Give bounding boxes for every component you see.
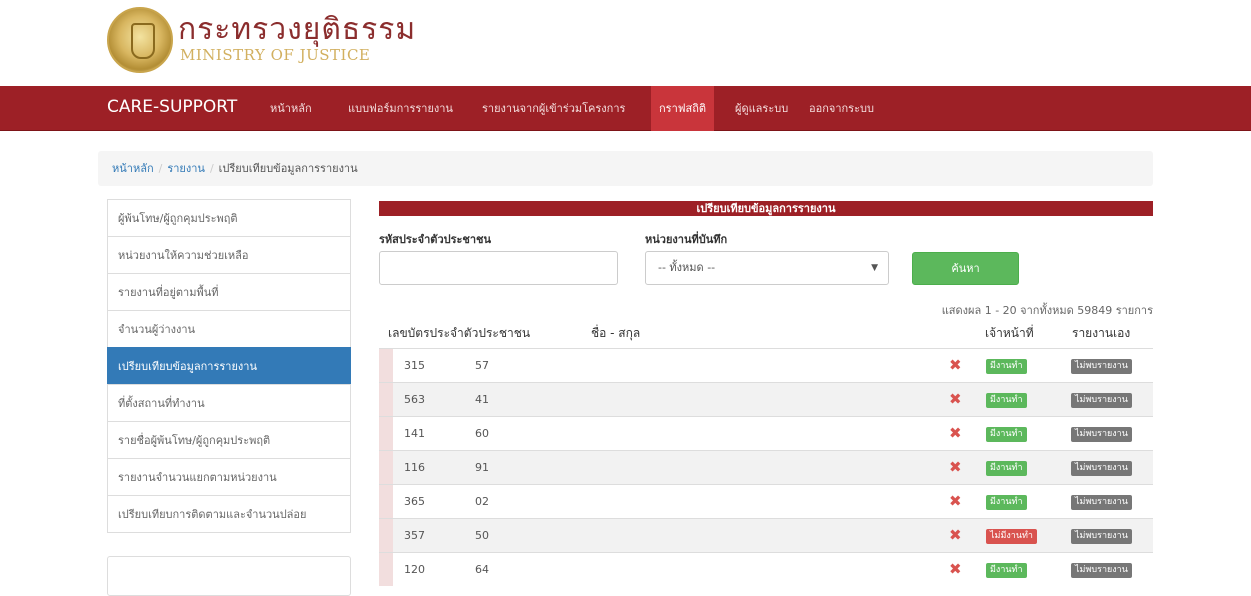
self-report-badge: ไม่พบรายงาน <box>1071 427 1132 442</box>
row-marker <box>379 485 393 518</box>
search-button[interactable]: ค้นหา <box>912 252 1019 285</box>
row-marker <box>379 519 393 552</box>
col-header-name: ชื่อ - สกุล <box>591 326 641 340</box>
row-id-suffix: 57 <box>475 359 489 372</box>
nav-item-admin[interactable]: ผู้ดูแลระบบ <box>727 86 796 131</box>
officer-status-badge: มีงานทำ <box>986 495 1027 510</box>
chevron-down-icon: ▼ <box>871 263 878 273</box>
delete-x-icon[interactable]: ✖ <box>949 458 962 476</box>
delete-x-icon[interactable]: ✖ <box>949 492 962 510</box>
breadcrumb-separator: / <box>158 162 163 175</box>
sidebar-item-address-by-area[interactable]: รายงานที่อยู่ตามพื้นที่ <box>107 273 351 311</box>
brand-title-english: MINISTRY OF JUSTICE <box>180 46 371 64</box>
self-report-badge: ไม่พบรายงาน <box>1071 359 1132 374</box>
sidebar-item-workplace-location[interactable]: ที่ตั้งสถานที่ทำงาน <box>107 384 351 422</box>
row-marker <box>379 553 393 586</box>
row-id-prefix: 315 <box>404 359 425 372</box>
id-field-label: รหัสประจำตัวประชาชน <box>379 233 492 246</box>
main-navbar: CARE-SUPPORT หน้าหลัก แบบฟอร์มการรายงาน … <box>0 86 1251 131</box>
officer-status-badge: มีงานทำ <box>986 359 1027 374</box>
row-id-suffix: 64 <box>475 563 489 576</box>
row-marker <box>379 383 393 416</box>
table-row[interactable]: 120 64 ✖ มีงานทำ ไม่พบรายงาน <box>379 552 1153 586</box>
delete-x-icon[interactable]: ✖ <box>949 526 962 544</box>
row-id-suffix: 50 <box>475 529 489 542</box>
unit-select[interactable]: -- ทั้งหมด -- ▼ <box>645 251 889 285</box>
id-card-input[interactable] <box>379 251 618 285</box>
nav-item-participant-report[interactable]: รายงานจากผู้เข้าร่วมโครงการ <box>474 86 633 131</box>
row-id-prefix: 357 <box>404 529 425 542</box>
sidebar-item-released-list[interactable]: รายชื่อผู้พ้นโทษ/ผู้ถูกคุมประพฤติ <box>107 421 351 459</box>
row-marker <box>379 417 393 450</box>
table-row[interactable]: 563 41 ✖ มีงานทำ ไม่พบรายงาน <box>379 382 1153 416</box>
row-id-prefix: 120 <box>404 563 425 576</box>
sidebar-item-support-agencies[interactable]: หน่วยงานให้ความช่วยเหลือ <box>107 236 351 274</box>
sidebar-menu: ผู้พ้นโทษ/ผู้ถูกคุมประพฤติ หน่วยงานให้คว… <box>107 199 351 533</box>
delete-x-icon[interactable]: ✖ <box>949 424 962 442</box>
sidebar-item-count-by-agency[interactable]: รายงานจำนวนแยกตามหน่วยงาน <box>107 458 351 496</box>
officer-status-badge: มีงานทำ <box>986 563 1027 578</box>
sidebar-item-compare-followup[interactable]: เปรียบเทียบการติดตามและจำนวนปล่อย <box>107 495 351 533</box>
panel-title: เปรียบเทียบข้อมูลการรายงาน <box>379 201 1153 216</box>
officer-status-badge: ไม่มีงานทำ <box>986 529 1037 544</box>
nav-item-stats-graph[interactable]: กราฟสถิติ <box>651 86 715 131</box>
ministry-seal-logo <box>107 7 173 73</box>
row-id-prefix: 141 <box>404 427 425 440</box>
self-report-badge: ไม่พบรายงาน <box>1071 529 1132 544</box>
self-report-badge: ไม่พบรายงาน <box>1071 495 1132 510</box>
row-id-prefix: 365 <box>404 495 425 508</box>
nav-item-logout[interactable]: ออกจากระบบ <box>801 86 882 131</box>
row-id-suffix: 02 <box>475 495 489 508</box>
site-header: กระทรวงยุติธรรม MINISTRY OF JUSTICE <box>0 0 1251 86</box>
table-row[interactable]: 365 02 ✖ มีงานทำ ไม่พบรายงาน <box>379 484 1153 518</box>
officer-status-badge: มีงานทำ <box>986 461 1027 476</box>
sidebar-item-unemployed-count[interactable]: จำนวนผู้ว่างงาน <box>107 310 351 348</box>
sidebar-secondary-box <box>107 556 351 596</box>
row-marker <box>379 349 393 382</box>
breadcrumb-separator: / <box>209 162 214 175</box>
col-header-id: เลขบัตรประจำตัวประชาชน <box>388 326 531 340</box>
unit-select-value: -- ทั้งหมด -- <box>658 261 716 274</box>
self-report-badge: ไม่พบรายงาน <box>1071 563 1132 578</box>
delete-x-icon[interactable]: ✖ <box>949 560 962 578</box>
delete-x-icon[interactable]: ✖ <box>949 356 962 374</box>
unit-field-label: หน่วยงานที่บันทึก <box>645 233 728 246</box>
sidebar-item-released-persons[interactable]: ผู้พ้นโทษ/ผู้ถูกคุมประพฤติ <box>107 199 351 237</box>
officer-status-badge: มีงานทำ <box>986 393 1027 408</box>
self-report-badge: ไม่พบรายงาน <box>1071 393 1132 408</box>
breadcrumb: หน้าหลัก / รายงาน / เปรียบเทียบข้อมูลการรายง… <box>98 151 1153 186</box>
row-id-suffix: 60 <box>475 427 489 440</box>
nav-item-home[interactable]: หน้าหลัก <box>262 86 320 131</box>
sidebar-item-compare-reports[interactable]: เปรียบเทียบข้อมูลการรายงาน <box>107 347 351 385</box>
row-id-prefix: 563 <box>404 393 425 406</box>
table-row[interactable]: 116 91 ✖ มีงานทำ ไม่พบรายงาน <box>379 450 1153 484</box>
table-row[interactable]: 357 50 ✖ ไม่มีงานทำ ไม่พบรายงาน <box>379 518 1153 552</box>
breadcrumb-report[interactable]: รายงาน <box>167 162 205 175</box>
nav-item-report-form[interactable]: แบบฟอร์มการรายงาน <box>340 86 461 131</box>
self-report-badge: ไม่พบรายงาน <box>1071 461 1132 476</box>
row-id-suffix: 41 <box>475 393 489 406</box>
table-header: เลขบัตรประจำตัวประชาชน ชื่อ - สกุล เจ้าห… <box>379 318 1153 348</box>
breadcrumb-home[interactable]: หน้าหลัก <box>112 162 154 175</box>
col-header-officer: เจ้าหน้าที่ <box>985 326 1034 340</box>
row-marker <box>379 451 393 484</box>
officer-status-badge: มีงานทำ <box>986 427 1027 442</box>
table-row[interactable]: 315 57 ✖ มีงานทำ ไม่พบรายงาน <box>379 348 1153 382</box>
delete-x-icon[interactable]: ✖ <box>949 390 962 408</box>
results-summary: แสดงผล 1 - 20 จากทั้งหมด 59849 รายการ <box>941 304 1153 317</box>
row-id-suffix: 91 <box>475 461 489 474</box>
table-row[interactable]: 141 60 ✖ มีงานทำ ไม่พบรายงาน <box>379 416 1153 450</box>
nav-brand[interactable]: CARE-SUPPORT <box>107 97 237 117</box>
col-header-self: รายงานเอง <box>1072 326 1131 340</box>
row-id-prefix: 116 <box>404 461 425 474</box>
breadcrumb-current: เปรียบเทียบข้อมูลการรายงาน <box>218 162 358 175</box>
